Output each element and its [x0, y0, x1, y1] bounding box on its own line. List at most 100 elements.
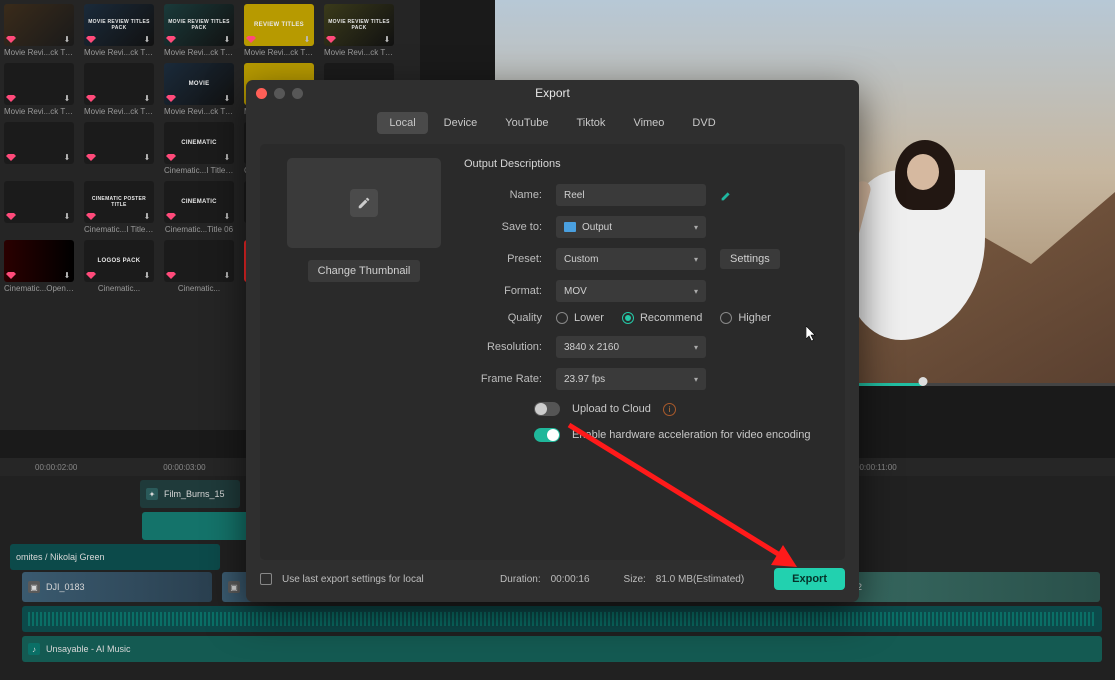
thumbnail-image: REVIEW TITLES⬇: [244, 4, 314, 46]
media-thumbnail[interactable]: MOVIE REVIEW TITLES PACK⬇Movie Revi...ck…: [84, 4, 154, 57]
download-icon[interactable]: ⬇: [382, 34, 392, 44]
video-icon: ▣: [28, 581, 40, 593]
download-icon[interactable]: ⬇: [142, 93, 152, 103]
preset-settings-button[interactable]: Settings: [720, 249, 780, 269]
premium-gem-icon: [6, 270, 16, 280]
media-thumbnail[interactable]: MOVIE REVIEW TITLES PACK⬇Movie Revi...ck…: [324, 4, 394, 57]
export-tab-dvd[interactable]: DVD: [680, 112, 727, 134]
thumbnail-overlay-text: MOVIE REVIEW TITLES PACK: [164, 19, 234, 31]
thumbnail-label: Movie Revi...ck Title 04: [4, 48, 74, 57]
download-icon[interactable]: ⬇: [62, 152, 72, 162]
name-field[interactable]: [556, 184, 706, 206]
chevron-down-icon: ▾: [694, 375, 698, 384]
download-icon[interactable]: ⬇: [62, 93, 72, 103]
framerate-select[interactable]: 23.97 fps ▾: [556, 368, 706, 390]
premium-gem-icon: [6, 152, 16, 162]
thumbnail-preview[interactable]: [287, 158, 441, 248]
download-icon[interactable]: ⬇: [222, 152, 232, 162]
download-icon[interactable]: ⬇: [302, 34, 312, 44]
chevron-down-icon: ▾: [694, 223, 698, 232]
thumbnail-image: MOVIE REVIEW TITLES PACK⬇: [324, 4, 394, 46]
premium-gem-icon: [86, 34, 96, 44]
quality-recommend-radio[interactable]: Recommend: [622, 312, 702, 324]
chevron-down-icon: ▾: [694, 255, 698, 264]
quality-higher-radio[interactable]: Higher: [720, 312, 770, 324]
hardware-accel-toggle[interactable]: [534, 428, 560, 442]
thumbnail-overlay-text: MOVIE REVIEW TITLES PACK: [84, 19, 154, 31]
clip-video-a[interactable]: ▣ DJI_0183: [22, 572, 212, 602]
media-thumbnail[interactable]: MOVIE REVIEW TITLES PACK⬇Movie Revi...ck…: [164, 4, 234, 57]
export-tab-vimeo[interactable]: Vimeo: [621, 112, 676, 134]
clip-music[interactable]: ♪ Unsayable - AI Music: [22, 636, 1102, 662]
framerate-label: Frame Rate:: [470, 373, 542, 385]
quality-lower-radio[interactable]: Lower: [556, 312, 604, 324]
media-thumbnail[interactable]: ⬇Cinematic...Opener 09: [4, 240, 74, 293]
change-thumbnail-button[interactable]: Change Thumbnail: [308, 260, 421, 282]
media-thumbnail[interactable]: CINEMATIC⬇Cinematic...I Title 07: [164, 122, 234, 175]
media-thumbnail[interactable]: CINEMATIC⬇Cinematic...Title 06: [164, 181, 234, 234]
download-icon[interactable]: ⬇: [62, 270, 72, 280]
media-thumbnail[interactable]: MOVIE⬇Movie Revi...ck Title 13: [164, 63, 234, 116]
quality-label: Quality: [470, 312, 542, 324]
clip-audio-green[interactable]: omites / Nikolaj Green: [10, 544, 220, 570]
premium-gem-icon: [326, 34, 336, 44]
video-icon: ▣: [228, 581, 240, 593]
dialog-titlebar: Export: [246, 80, 859, 106]
download-icon[interactable]: ⬇: [222, 270, 232, 280]
export-button[interactable]: Export: [774, 568, 845, 590]
download-icon[interactable]: ⬇: [222, 34, 232, 44]
media-thumbnail[interactable]: ⬇ Movie Revi...ck Title 02: [4, 63, 74, 116]
clip-audio-dark[interactable]: [22, 606, 1102, 632]
thumbnail-image: ⬇: [4, 63, 74, 105]
export-tab-local[interactable]: Local: [377, 112, 427, 134]
saveto-select[interactable]: Output ▾: [556, 216, 706, 238]
premium-gem-icon: [166, 34, 176, 44]
resolution-label: Resolution:: [470, 341, 542, 353]
media-thumbnail[interactable]: CINEMATIC POSTER TITLE⬇Cinematic...I Tit…: [84, 181, 154, 234]
thumbnail-label: Cinematic...: [164, 284, 234, 293]
media-thumbnail[interactable]: ⬇: [84, 122, 154, 175]
preset-select[interactable]: Custom ▾: [556, 248, 706, 270]
premium-gem-icon: [166, 152, 176, 162]
download-icon[interactable]: ⬇: [222, 211, 232, 221]
download-icon[interactable]: ⬇: [142, 34, 152, 44]
thumbnail-image: CINEMATIC⬇: [164, 122, 234, 164]
edit-thumbnail-icon: [350, 189, 378, 217]
thumbnail-overlay-text: MOVIE: [187, 81, 212, 87]
premium-gem-icon: [6, 93, 16, 103]
rename-icon[interactable]: [720, 188, 734, 202]
name-input[interactable]: [564, 190, 698, 201]
download-icon[interactable]: ⬇: [142, 270, 152, 280]
thumbnail-label: Cinematic...: [84, 284, 154, 293]
export-tab-tiktok[interactable]: Tiktok: [565, 112, 618, 134]
download-icon[interactable]: ⬇: [62, 34, 72, 44]
premium-gem-icon: [6, 34, 16, 44]
saveto-label: Save to:: [470, 221, 542, 233]
media-thumbnail[interactable]: LOGOS PACK⬇Cinematic...: [84, 240, 154, 293]
thumbnail-image: ⬇: [4, 240, 74, 282]
resolution-select[interactable]: 3840 x 2160 ▾: [556, 336, 706, 358]
export-tab-youtube[interactable]: YouTube: [493, 112, 560, 134]
media-thumbnail[interactable]: ⬇ Movie Revi...ck Title 04: [4, 4, 74, 57]
premium-gem-icon: [86, 270, 96, 280]
download-icon[interactable]: ⬇: [222, 93, 232, 103]
clip-effect-burns[interactable]: ✦ Film_Burns_15: [140, 480, 240, 508]
music-icon: ♪: [28, 643, 40, 655]
format-select[interactable]: MOV ▾: [556, 280, 706, 302]
download-icon[interactable]: ⬇: [142, 211, 152, 221]
media-thumbnail[interactable]: ⬇ Cinematic...: [164, 240, 234, 293]
folder-icon: [564, 222, 576, 232]
media-thumbnail[interactable]: ⬇Movie Revi...ck Title 01: [84, 63, 154, 116]
thumbnail-image: ⬇: [164, 240, 234, 282]
media-thumbnail[interactable]: ⬇: [4, 181, 74, 234]
premium-gem-icon: [86, 152, 96, 162]
export-tab-device[interactable]: Device: [432, 112, 490, 134]
media-thumbnail[interactable]: ⬇: [4, 122, 74, 175]
thumbnail-label: Movie Revi...ck Title 02: [4, 107, 74, 116]
download-icon[interactable]: ⬇: [142, 152, 152, 162]
upload-cloud-toggle[interactable]: [534, 402, 560, 416]
download-icon[interactable]: ⬇: [62, 211, 72, 221]
media-thumbnail[interactable]: REVIEW TITLES⬇Movie Revi...ck Title 11: [244, 4, 314, 57]
info-icon[interactable]: i: [663, 403, 676, 416]
use-last-export-checkbox[interactable]: [260, 573, 272, 585]
